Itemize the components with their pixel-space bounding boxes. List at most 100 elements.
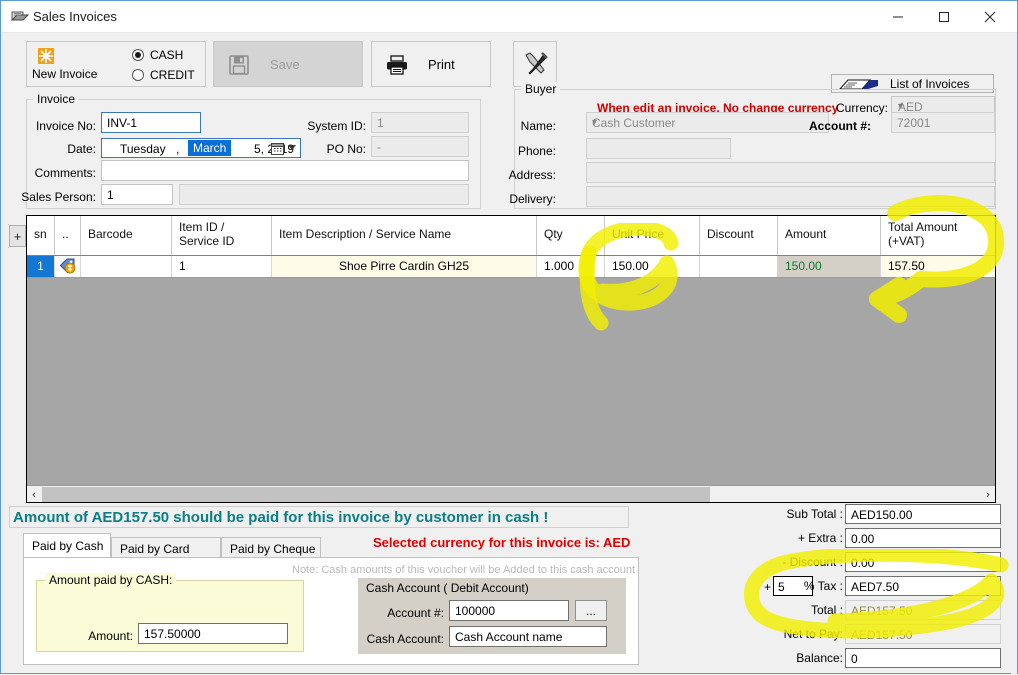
price-tag-icon bbox=[59, 257, 77, 278]
date-month[interactable]: March bbox=[188, 140, 232, 156]
debit-account-no-input[interactable]: 100000 bbox=[449, 600, 569, 621]
invoice-no-input[interactable]: INV-1 bbox=[101, 112, 201, 133]
scroll-left-icon[interactable]: ‹ bbox=[27, 487, 41, 502]
toolbar: New Invoice CASH CREDIT Save Print List … bbox=[1, 33, 1017, 116]
invoice-no-label: Invoice No: bbox=[35, 119, 96, 133]
column-header-amount[interactable]: Amount bbox=[778, 216, 881, 255]
buyer-address-label: Address: bbox=[508, 168, 556, 182]
cash-amount-input[interactable]: 157.50000 bbox=[138, 623, 288, 644]
extra-label: + Extra : bbox=[797, 531, 843, 545]
column-header-unit-price[interactable]: Unit Price bbox=[605, 216, 700, 255]
cell-qty[interactable]: 1.000 bbox=[537, 256, 605, 277]
comments-label: Comments: bbox=[34, 166, 96, 180]
column-header-barcode[interactable]: Barcode bbox=[81, 216, 172, 255]
scrollbar-thumb[interactable] bbox=[42, 487, 710, 502]
cell-amount: 150.00 bbox=[778, 256, 881, 277]
hammer-screwdriver-icon bbox=[522, 50, 550, 81]
radio-cash[interactable]: CASH bbox=[132, 45, 195, 65]
column-header-sn[interactable]: sn bbox=[27, 216, 55, 255]
total-label: Total : bbox=[810, 603, 843, 617]
print-button[interactable]: Print bbox=[371, 41, 491, 87]
sub-total-row: Sub Total : AED150.00 bbox=[761, 504, 1011, 524]
extra-input[interactable]: 0.00 bbox=[845, 528, 1001, 548]
radio-credit[interactable]: CREDIT bbox=[132, 65, 195, 85]
tab-paid-by-card[interactable]: Paid by Card (POS) bbox=[111, 537, 221, 570]
table-row[interactable]: 1 1 Shoe Pirre Cardin GH25 1.000 150.00 … bbox=[27, 256, 995, 278]
cell-item-id[interactable]: 1 bbox=[172, 256, 272, 277]
cell-discount[interactable] bbox=[700, 256, 778, 277]
new-invoice-label: New Invoice bbox=[32, 67, 98, 81]
sales-person-name-input bbox=[179, 184, 469, 205]
maximize-button[interactable] bbox=[921, 1, 967, 32]
buyer-account-label: Account #: bbox=[808, 119, 871, 133]
tab-paid-by-cash[interactable]: Paid by Cash bbox=[23, 533, 111, 557]
grid-horizontal-scrollbar[interactable]: ‹ › bbox=[27, 485, 995, 502]
balance-input[interactable]: 0 bbox=[845, 648, 1001, 668]
discount-row: - Discount : 0.00 bbox=[761, 552, 1011, 572]
save-button[interactable]: Save bbox=[213, 41, 363, 87]
radio-cash-indicator bbox=[132, 49, 144, 61]
buyer-name-label: Name: bbox=[520, 119, 556, 133]
add-row-button[interactable]: + bbox=[9, 225, 26, 247]
sales-invoices-window: Sales Invoices New Invoice CASH CREDIT S… bbox=[0, 0, 1018, 675]
minimize-button[interactable] bbox=[875, 1, 921, 32]
sales-person-input[interactable]: 1 bbox=[101, 184, 173, 205]
debit-account-no-label: Account #: bbox=[387, 606, 444, 620]
paid-by-cash-panel: Note: Cash amounts of this voucher will … bbox=[23, 557, 639, 665]
browse-account-label: ... bbox=[585, 604, 596, 618]
cell-unit-price[interactable]: 150.00 bbox=[605, 256, 700, 277]
radio-credit-indicator bbox=[132, 69, 144, 81]
balance-row: Balance: 0 bbox=[761, 648, 1011, 668]
debit-account-no-value: 100000 bbox=[455, 604, 496, 618]
column-header-discount[interactable]: Discount bbox=[700, 216, 778, 255]
invoice-group-legend: Invoice bbox=[33, 92, 80, 106]
balance-label: Balance: bbox=[796, 651, 843, 665]
invoice-window-icon bbox=[10, 9, 30, 25]
tools-button[interactable] bbox=[513, 41, 557, 87]
scroll-right-icon[interactable]: › bbox=[981, 487, 995, 502]
radio-credit-label: CREDIT bbox=[150, 68, 195, 82]
buyer-delivery-input[interactable] bbox=[586, 186, 995, 207]
buyer-address-input[interactable] bbox=[586, 162, 995, 183]
cash-account-value: Cash Account name bbox=[455, 630, 563, 644]
buyer-phone-input[interactable] bbox=[586, 138, 731, 159]
column-header-description[interactable]: Item Description / Service Name bbox=[272, 216, 537, 255]
print-label: Print bbox=[428, 57, 455, 72]
tab-paid-by-cheque[interactable]: Paid by Cheque bbox=[221, 537, 321, 557]
title-bar: Sales Invoices bbox=[1, 1, 1017, 33]
cash-account-label: Cash Account: bbox=[366, 632, 444, 646]
po-no-label: PO No: bbox=[326, 142, 366, 156]
cash-amount-label: Amount: bbox=[88, 629, 133, 643]
column-header-total-amount[interactable]: Total Amount (+VAT) bbox=[881, 216, 995, 255]
comments-input[interactable] bbox=[101, 160, 469, 181]
radio-cash-label: CASH bbox=[150, 48, 184, 62]
sub-total-input[interactable]: AED150.00 bbox=[845, 504, 1001, 524]
column-header-item-id[interactable]: Item ID / Service ID bbox=[172, 216, 272, 255]
browse-account-button[interactable]: ... bbox=[575, 600, 607, 621]
cash-account-input[interactable]: Cash Account name bbox=[449, 626, 607, 647]
cell-description[interactable]: Shoe Pirre Cardin GH25 bbox=[272, 256, 537, 277]
cell-dots[interactable] bbox=[55, 256, 81, 277]
cell-sn[interactable]: 1 bbox=[27, 256, 55, 277]
cell-barcode[interactable] bbox=[81, 256, 172, 277]
tax-label: % Tax : bbox=[803, 579, 843, 593]
buyer-delivery-label: Delivery: bbox=[509, 192, 556, 206]
cell-total-amount[interactable]: 157.50 bbox=[881, 256, 995, 277]
extra-row: + Extra : 0.00 bbox=[761, 528, 1011, 548]
payment-type-radio-group: CASH CREDIT bbox=[132, 45, 195, 85]
cash-amount-value: 157.50000 bbox=[144, 627, 201, 641]
tax-row: + 5 % Tax : AED7.50 bbox=[761, 576, 1011, 596]
new-invoice-panel[interactable]: New Invoice CASH CREDIT bbox=[26, 41, 206, 87]
column-header-qty[interactable]: Qty bbox=[537, 216, 605, 255]
close-button[interactable] bbox=[967, 1, 1013, 32]
discount-input[interactable]: 0.00 bbox=[845, 552, 1001, 572]
amount-paid-by-cash-legend: Amount paid by CASH: bbox=[45, 573, 177, 587]
invoice-no-value: INV-1 bbox=[107, 116, 138, 130]
new-document-icon bbox=[37, 47, 55, 65]
amount-paid-by-cash-group: Amount paid by CASH: Amount: 157.50000 bbox=[36, 573, 304, 652]
column-header-dots[interactable]: .. bbox=[55, 216, 81, 255]
calendar-icon[interactable] bbox=[271, 142, 284, 158]
total-row: Total : AED157.50 bbox=[761, 600, 1011, 620]
tax-amount-input[interactable]: AED7.50 bbox=[845, 576, 1001, 596]
date-picker[interactable]: Tuesday , March 5, 2019 bbox=[101, 138, 301, 158]
